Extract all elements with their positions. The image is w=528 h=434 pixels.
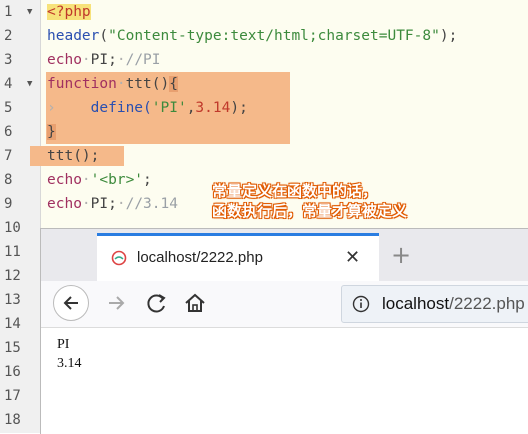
punctuation: ;: [143, 172, 152, 188]
keyword: echo: [47, 196, 82, 212]
code-line: }: [47, 120, 56, 144]
php-open-tag: <?php: [47, 4, 91, 20]
annotation-text: 常量定义在函数中的话， 函数执行后，常量才算被定义: [212, 181, 407, 221]
page-content: PI 3.14: [41, 328, 528, 434]
code-line: echo·PI;·//PI: [47, 48, 161, 72]
function-name: define(: [90, 100, 152, 116]
url-host: localhost: [382, 294, 450, 313]
punctuation: );: [230, 100, 248, 116]
line-number: 11: [4, 244, 21, 260]
punctuation: );: [439, 28, 458, 44]
output-line: PI: [57, 337, 70, 352]
whitespace-dot: ·: [81, 172, 91, 188]
comment: //3.14: [125, 196, 178, 212]
code-line: <?php: [47, 0, 91, 24]
url-path: /2222.php: [449, 294, 525, 313]
whitespace-dot: ·: [116, 76, 126, 92]
annotation-line: 常量定义在函数中的话，: [212, 182, 378, 200]
code-line: ttt();: [47, 144, 99, 168]
identifier: ttt(): [125, 76, 170, 92]
identifier: PI;: [90, 52, 117, 68]
line-number: 5: [4, 100, 13, 116]
whitespace-dot: ·: [116, 196, 126, 212]
whitespace-dot: ·: [81, 52, 91, 68]
arrow-left-icon: [63, 296, 78, 310]
code-line: echo·'<br>';: [47, 168, 152, 192]
tab-strip: localhost/2222.php ✕ +: [41, 229, 528, 281]
line-number: 2: [4, 28, 13, 44]
keyword: echo: [47, 172, 82, 188]
close-icon[interactable]: ✕: [345, 236, 360, 280]
function-call: ttt();: [47, 148, 100, 164]
output-line: 3.14: [57, 356, 82, 371]
line-number: 9: [4, 196, 13, 212]
line-number: 18: [4, 412, 21, 428]
forward-button[interactable]: [101, 287, 133, 319]
identifier: PI;: [90, 196, 117, 212]
whitespace-dot: ·: [81, 196, 91, 212]
code-line: › define('PI',3.14);: [47, 96, 248, 120]
line-number: 1: [4, 4, 13, 20]
keyword: echo: [47, 52, 82, 68]
line-number-gutter: 1 2 3 4 5 6 7 8 9 10 11 12 13 14 15 16 1…: [0, 0, 41, 433]
home-icon[interactable]: [179, 287, 211, 319]
code-line: function·ttt(){: [47, 72, 178, 96]
line-number: 10: [4, 220, 21, 236]
brace: }: [47, 124, 56, 140]
globe-icon: [111, 250, 127, 266]
line-number: 4: [4, 76, 13, 92]
line-number: 16: [4, 364, 21, 380]
line-number: 7: [4, 148, 13, 164]
fold-arrow-icon[interactable]: ▼: [27, 72, 32, 96]
browser-tab[interactable]: localhost/2222.php ✕: [97, 233, 379, 281]
line-number: 6: [4, 124, 13, 140]
fold-arrow-icon[interactable]: ▼: [27, 0, 32, 24]
annotation-line: 函数执行后，常量才算被定义: [212, 202, 408, 220]
info-icon[interactable]: [352, 295, 370, 313]
whitespace-dot: ·: [116, 52, 126, 68]
address-bar[interactable]: localhost/2222.php: [341, 285, 528, 323]
url-text: localhost/2222.php: [382, 286, 525, 322]
line-number: 12: [4, 268, 21, 284]
line-number: 8: [4, 172, 13, 188]
keyword: function: [47, 76, 117, 92]
code-line: header("Content-type:text/html;charset=U…: [47, 24, 457, 48]
tab-marker: ›: [47, 100, 56, 116]
string-literal: '<br>': [90, 172, 144, 188]
browser-window: localhost/2222.php ✕ + localhost/2222.ph…: [40, 228, 528, 434]
line-number: 13: [4, 292, 21, 308]
string-literal: "Content-type:text/html;charset=UTF-8": [108, 28, 440, 44]
reload-icon[interactable]: [141, 287, 173, 319]
line-number: 15: [4, 340, 21, 356]
punctuation: (: [99, 28, 109, 44]
function-name: header: [47, 28, 100, 44]
tab-title: localhost/2222.php: [137, 249, 263, 266]
nav-bar: localhost/2222.php: [41, 281, 528, 328]
string-literal: 'PI': [151, 100, 187, 116]
number-literal: 3.14: [195, 100, 231, 116]
line-number: 3: [4, 52, 13, 68]
back-button[interactable]: [53, 285, 89, 321]
new-tab-button[interactable]: +: [391, 233, 411, 277]
code-line: echo·PI;·//3.14: [47, 192, 178, 216]
line-number: 17: [4, 388, 21, 404]
line-number: 14: [4, 316, 21, 332]
comment: //PI: [125, 52, 161, 68]
brace: {: [169, 76, 178, 92]
